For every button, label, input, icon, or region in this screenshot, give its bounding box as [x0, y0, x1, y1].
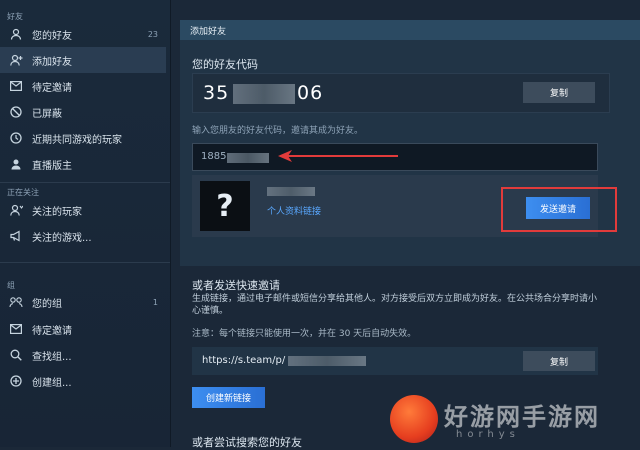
sidebar-item-find-groups[interactable]: 查找组... [0, 342, 166, 368]
instruction-text: 输入您朋友的好友代码，邀请其成为好友。 [192, 126, 364, 136]
sidebar-item-your-groups[interactable]: 您的组 1 [0, 289, 166, 315]
friend-code-title: 您的好友代码 [192, 58, 258, 71]
invite-url: https://s.team/p/ [202, 355, 286, 366]
add-person-icon [8, 52, 24, 68]
annotation-arrowhead [278, 150, 292, 162]
redacted-code [233, 84, 295, 104]
sidebar-item-label: 直播版主 [32, 160, 72, 172]
watermark-logo-icon [390, 395, 438, 443]
mail-icon [8, 321, 24, 337]
sidebar-item-label: 添加好友 [32, 56, 72, 68]
sidebar-item-blocked[interactable]: 已屏蔽 [0, 99, 166, 125]
sidebar-item-followed-players[interactable]: 关注的玩家 [0, 197, 166, 223]
friend-code-input-value: 1885 [201, 151, 227, 162]
sidebar-item-your-friends[interactable]: 您的好友 23 [0, 21, 166, 47]
avatar[interactable]: ? [200, 181, 250, 231]
sidebar-item-label: 查找组... [32, 351, 72, 363]
page-header: 添加好友 [180, 20, 640, 40]
redacted-url [288, 356, 366, 366]
search-icon [8, 347, 24, 363]
redacted-name [267, 187, 315, 196]
sidebar-item-group-invites[interactable]: 待定邀请 [0, 316, 166, 342]
friends-count: 23 [147, 29, 158, 39]
mail-icon [8, 78, 24, 94]
search-friends-title: 或者尝试搜索您的好友 [192, 436, 302, 449]
megaphone-icon [8, 228, 24, 244]
sidebar-item-label: 近期共同游戏的玩家 [32, 134, 122, 146]
follow-player-icon [8, 202, 24, 218]
quick-invite-description: 生成链接，通过电子邮件或短信分享给其他人。对方接受后双方立即成为好友。在公共场合… [192, 294, 598, 316]
friend-code-prefix: 35 [203, 82, 230, 104]
watermark-text: 好游网手游网 [444, 402, 600, 431]
sidebar-item-label: 待定邀请 [32, 325, 72, 337]
sidebar-item-create-group[interactable]: 创建组... [0, 368, 166, 394]
watermark-subtext: horhys [456, 429, 520, 440]
sidebar: 好友 您的好友 23 添加好友 待定邀请 已屏蔽 近期共同游戏的玩家 直播版主 … [0, 0, 171, 447]
group-icon [8, 294, 24, 310]
person-icon [8, 26, 24, 42]
profile-link[interactable]: 个人资料链接 [267, 204, 321, 217]
groups-count: 1 [152, 297, 158, 307]
page-title: 添加好友 [190, 26, 227, 37]
friend-code-suffix: 06 [297, 82, 324, 104]
divider [0, 262, 170, 263]
redacted-input [227, 153, 269, 163]
sidebar-item-recent-players[interactable]: 近期共同游戏的玩家 [0, 125, 166, 151]
main-content: 添加好友 您的好友代码 35 06 复制 输入您朋友的好友代码，邀请其成为好友。… [180, 0, 640, 449]
quick-invite-title: 或者发送快速邀请 [192, 279, 280, 292]
blocked-icon [8, 104, 24, 120]
sidebar-item-followed-games[interactable]: 关注的游戏... [0, 223, 166, 249]
clock-icon [8, 130, 24, 146]
watermark: 好游网手游网 horhys [390, 389, 640, 447]
sidebar-item-label: 待定邀请 [32, 82, 72, 94]
moderator-icon [8, 156, 24, 172]
plus-circle-icon [8, 373, 24, 389]
annotation-highlight-box [501, 187, 617, 232]
sidebar-item-label: 您的好友 [32, 30, 72, 42]
divider [0, 182, 170, 183]
friend-code-input[interactable]: 1885 [192, 143, 598, 171]
sidebar-item-label: 关注的游戏... [32, 232, 92, 244]
copy-code-button[interactable]: 复制 [523, 82, 595, 103]
sidebar-item-add-friend[interactable]: 添加好友 [0, 47, 166, 73]
sidebar-item-label: 已屏蔽 [32, 108, 62, 120]
copy-link-button[interactable]: 复制 [523, 351, 595, 371]
quick-invite-note: 注意：每个链接只能使用一次，并在 30 天后自动失效。 [192, 329, 417, 339]
create-link-button[interactable]: 创建新链接 [192, 387, 265, 408]
sidebar-item-stream-moderators[interactable]: 直播版主 [0, 151, 166, 177]
sidebar-item-label: 关注的玩家 [32, 206, 82, 218]
sidebar-item-pending-invites[interactable]: 待定邀请 [0, 73, 166, 99]
sidebar-item-label: 您的组 [32, 298, 62, 310]
annotation-arrow [288, 155, 398, 157]
sidebar-item-label: 创建组... [32, 377, 72, 389]
